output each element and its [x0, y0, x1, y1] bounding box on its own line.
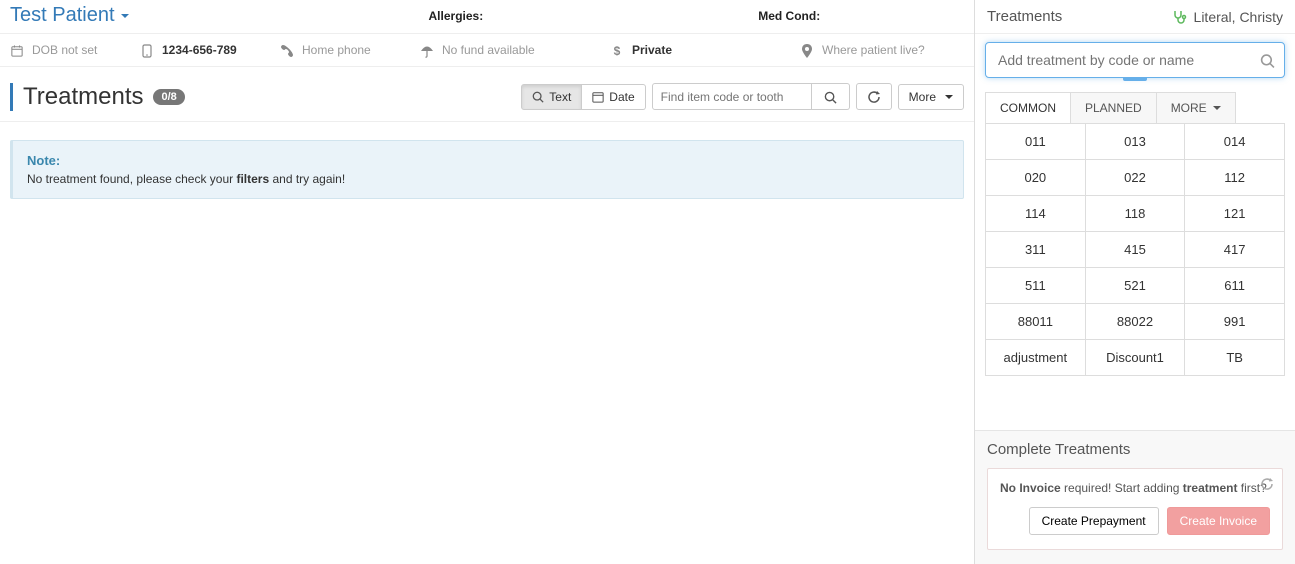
item-search-button[interactable]	[812, 83, 850, 110]
complete-treatments-title: Complete Treatments	[987, 441, 1283, 458]
svg-text:$: $	[614, 44, 621, 58]
date-view-button[interactable]: Date	[582, 84, 645, 110]
text-view-button[interactable]: Text	[521, 84, 582, 110]
view-toggle: Text Date	[521, 84, 645, 110]
patient-name-dropdown[interactable]: Test Patient	[10, 4, 129, 27]
allergies-label: Allergies:	[429, 9, 484, 23]
code-grid: 011013014 020022112 114118121 311415417 5115…	[985, 123, 1285, 376]
date-view-label: Date	[609, 90, 634, 104]
tab-more-label: MORE	[1171, 101, 1207, 115]
mobile-icon	[140, 42, 154, 58]
search-icon	[824, 89, 837, 104]
code-cell[interactable]: 014	[1185, 124, 1285, 160]
more-button[interactable]: More	[898, 84, 964, 110]
note-alert: Note: No treatment found, please check y…	[10, 140, 964, 199]
search-active-indicator	[1123, 77, 1147, 81]
code-cell[interactable]: TB	[1185, 340, 1285, 376]
tab-more[interactable]: MORE	[1157, 92, 1236, 123]
create-prepayment-button[interactable]: Create Prepayment	[1029, 507, 1159, 535]
item-search-input[interactable]	[652, 83, 812, 110]
code-cell[interactable]: 991	[1185, 304, 1285, 340]
address-field: Where patient live?	[800, 42, 925, 58]
calendar-icon	[592, 90, 604, 104]
sidebar-title: Treatments	[987, 8, 1062, 25]
tab-common[interactable]: COMMON	[985, 92, 1071, 123]
treatment-search-input[interactable]	[985, 42, 1285, 78]
home-phone-field: Home phone	[280, 42, 420, 58]
patient-name-text: Test Patient	[10, 4, 115, 27]
tab-planned[interactable]: PLANNED	[1071, 92, 1157, 123]
map-pin-icon	[800, 42, 814, 58]
tab-common-label: COMMON	[1000, 101, 1056, 115]
caret-down-icon	[1213, 106, 1221, 110]
code-cell[interactable]: 417	[1185, 232, 1285, 268]
code-cell[interactable]: Discount1	[1086, 340, 1186, 376]
payer-value: Private	[632, 43, 672, 57]
footer-msg-bold2: treatment	[1183, 481, 1238, 495]
item-search-group	[652, 83, 850, 110]
count-badge: 0/8	[153, 89, 184, 105]
code-cell[interactable]: 88011	[986, 304, 1086, 340]
address-value: Where patient live?	[822, 43, 925, 57]
fund-value: No fund available	[442, 43, 535, 57]
dob-field: DOB not set	[10, 42, 140, 57]
complete-treatments-box: No Invoice required! Start adding treatm…	[987, 468, 1283, 550]
dollar-icon: $	[610, 42, 624, 58]
umbrella-icon	[420, 42, 434, 58]
code-cell[interactable]: 112	[1185, 160, 1285, 196]
fund-field: No fund available	[420, 42, 610, 58]
more-label: More	[909, 90, 936, 104]
code-cell[interactable]: 121	[1185, 196, 1285, 232]
refresh-icon	[867, 89, 881, 104]
page-title: Treatments	[23, 83, 143, 111]
note-prefix: No treatment found, please check your	[27, 172, 236, 186]
code-cell[interactable]: 415	[1086, 232, 1186, 268]
create-invoice-button[interactable]: Create Invoice	[1167, 507, 1270, 535]
stethoscope-icon	[1172, 8, 1188, 25]
home-phone-value: Home phone	[302, 43, 371, 57]
code-cell[interactable]: 020	[986, 160, 1086, 196]
practitioner-name: Literal, Christy	[1194, 9, 1283, 25]
search-icon	[532, 90, 544, 104]
code-cell[interactable]: 118	[1086, 196, 1186, 232]
mobile-value: 1234-656-789	[162, 43, 237, 57]
caret-down-icon	[121, 14, 129, 18]
code-cell[interactable]: 521	[1086, 268, 1186, 304]
note-bold: filters	[236, 172, 269, 186]
code-cell[interactable]: 011	[986, 124, 1086, 160]
footer-refresh-button[interactable]	[1260, 475, 1274, 491]
code-cell[interactable]: adjustment	[986, 340, 1086, 376]
footer-msg-mid: required! Start adding	[1061, 481, 1183, 495]
mobile-field: 1234-656-789	[140, 42, 280, 58]
dob-value: DOB not set	[32, 43, 97, 57]
calendar-icon	[10, 42, 24, 57]
tab-planned-label: PLANNED	[1085, 101, 1142, 115]
refresh-button[interactable]	[856, 83, 892, 110]
medcond-label: Med Cond:	[758, 9, 820, 23]
practitioner-selector[interactable]: Literal, Christy	[1172, 8, 1283, 25]
phone-icon	[280, 42, 294, 58]
code-cell[interactable]: 022	[1086, 160, 1186, 196]
code-cell[interactable]: 88022	[1086, 304, 1186, 340]
code-cell[interactable]: 013	[1086, 124, 1186, 160]
code-cell[interactable]: 511	[986, 268, 1086, 304]
code-cell[interactable]: 311	[986, 232, 1086, 268]
note-body: No treatment found, please check your fi…	[27, 172, 949, 186]
search-icon[interactable]	[1260, 52, 1275, 69]
code-cell[interactable]: 114	[986, 196, 1086, 232]
payer-field: $ Private	[610, 42, 800, 58]
note-suffix: and try again!	[269, 172, 345, 186]
footer-message: No Invoice required! Start adding treatm…	[1000, 481, 1270, 495]
caret-down-icon	[945, 95, 953, 99]
footer-msg-bold1: No Invoice	[1000, 481, 1061, 495]
code-cell[interactable]: 611	[1185, 268, 1285, 304]
text-view-label: Text	[549, 90, 571, 104]
note-title: Note:	[27, 153, 949, 168]
